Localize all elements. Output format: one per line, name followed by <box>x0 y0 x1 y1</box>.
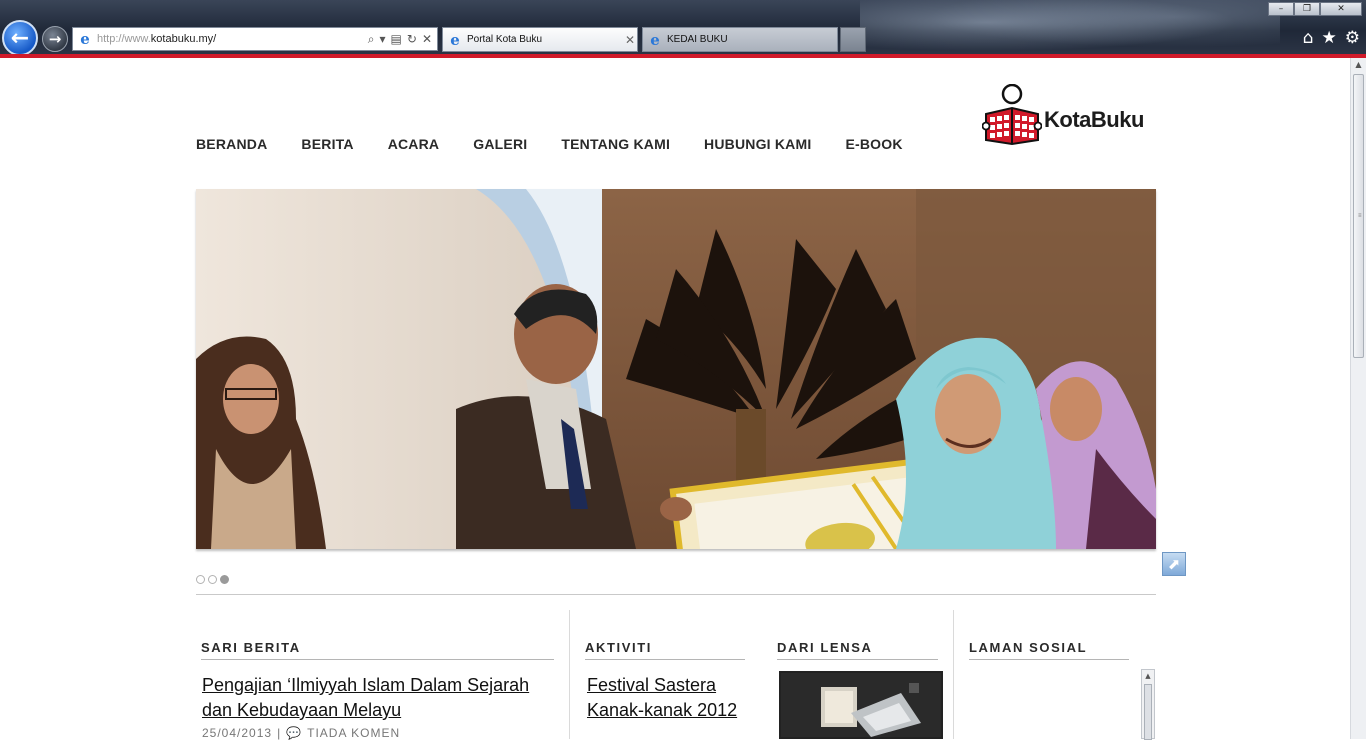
slider-dot[interactable] <box>196 575 205 584</box>
article-meta: 25/04/2013 | 💬 TIADA KOMEN <box>202 726 400 740</box>
url-domain: kotabuku.my/ <box>150 33 217 45</box>
tab-close-icon[interactable]: ✕ <box>623 33 637 47</box>
slider-pagination <box>196 575 229 584</box>
section-title-dari-lensa: DARI LENSA <box>777 640 938 660</box>
slider-dot[interactable] <box>208 575 217 584</box>
section-title-aktiviti: AKTIVITI <box>585 640 745 660</box>
dari-lensa-thumbnail[interactable] <box>779 671 943 739</box>
browser-toolbar: ← → e http://www.kotabuku.my/ ⌕ ▾ ▤ ↻ ✕ … <box>0 0 1366 56</box>
social-feed-scrollbar[interactable]: ▲ <box>1141 669 1155 740</box>
nav-hubungi-kami[interactable]: HUBUNGI KAMI <box>704 136 811 152</box>
tab-portal-kota-buku[interactable]: e Portal Kota Buku ✕ <box>442 27 638 52</box>
tab-label: KEDAI BUKU <box>667 34 728 45</box>
restore-button[interactable]: ❐ <box>1294 2 1320 16</box>
scroll-thumb[interactable]: ≡ <box>1353 74 1364 358</box>
hero-slider-image[interactable] <box>196 189 1156 549</box>
expand-arrow-icon: ⬈ <box>1167 555 1181 573</box>
arrow-left-icon: ← <box>10 25 30 51</box>
stop-icon[interactable]: ✕ <box>422 32 432 47</box>
ie-page-icon: e <box>80 30 90 48</box>
address-bar[interactable]: e http://www.kotabuku.my/ ⌕ ▾ ▤ ↻ ✕ <box>72 27 438 51</box>
nav-beranda[interactable]: BERANDA <box>196 136 267 152</box>
section-title-sari-berita: SARI BERITA <box>201 640 554 660</box>
main-navigation: BERANDA BERITA ACARA GALERI TENTANG KAMI… <box>196 136 903 152</box>
kotabuku-logo[interactable]: KotaBuku <box>982 84 1144 146</box>
reader-book-logo-icon <box>982 84 1042 146</box>
ie-tab-icon: e <box>650 30 660 49</box>
url-prefix: http://www. <box>97 33 151 45</box>
logo-text: KotaBuku <box>1044 107 1144 132</box>
content-divider <box>196 594 1156 595</box>
site-top-bar <box>0 54 1366 58</box>
tab-label: Portal Kota Buku <box>467 34 543 45</box>
scroll-up-icon[interactable]: ▲ <box>1142 670 1154 682</box>
section-title-laman-sosial: LAMAN SOSIAL <box>969 640 1129 660</box>
forward-button[interactable]: → <box>42 26 68 52</box>
award-ceremony-photo <box>196 189 1156 549</box>
favorites-star-icon[interactable]: ★ <box>1322 28 1337 48</box>
nav-acara[interactable]: ACARA <box>388 136 440 152</box>
refresh-icon[interactable]: ↻ <box>407 32 417 47</box>
expand-image-button[interactable]: ⬈ <box>1162 552 1186 576</box>
gallery-photo <box>781 673 941 737</box>
new-tab-button[interactable] <box>840 27 866 52</box>
dropdown-icon[interactable]: ▾ <box>380 32 386 47</box>
home-icon[interactable]: ⌂ <box>1303 28 1314 48</box>
comment-icon: 💬 <box>286 726 303 740</box>
column-divider <box>953 610 954 739</box>
meta-separator: | <box>277 726 282 740</box>
slider-dot-active[interactable] <box>220 575 229 584</box>
ie-tab-icon: e <box>450 30 460 49</box>
minimize-button[interactable]: – <box>1268 2 1294 16</box>
aktiviti-headline-link[interactable]: Festival Sastera Kanak-kanak 2012 <box>587 673 757 723</box>
nav-galeri[interactable]: GALERI <box>473 136 527 152</box>
page-scrollbar[interactable]: ▲ ≡ <box>1350 58 1366 739</box>
compatibility-view-icon[interactable]: ▤ <box>391 32 402 47</box>
scroll-thumb[interactable] <box>1144 684 1152 740</box>
article-date: 25/04/2013 <box>202 726 273 740</box>
tab-kedai-buku[interactable]: e KEDAI BUKU <box>642 27 838 52</box>
search-icon[interactable]: ⌕ <box>368 32 375 47</box>
sari-berita-headline-link[interactable]: Pengajian ‘Ilmiyyah Islam Dalam Sejarah … <box>202 673 562 723</box>
toolbar-background-art <box>860 0 1280 56</box>
address-url[interactable]: http://www.kotabuku.my/ <box>97 33 368 45</box>
comment-count-link[interactable]: TIADA KOMEN <box>307 726 400 740</box>
nav-tentang-kami[interactable]: TENTANG KAMI <box>561 136 670 152</box>
nav-berita[interactable]: BERITA <box>301 136 353 152</box>
close-window-button[interactable]: ✕ <box>1320 2 1362 16</box>
window-controls: – ❐ ✕ <box>1268 2 1362 16</box>
back-button[interactable]: ← <box>2 20 38 56</box>
gear-icon[interactable]: ⚙ <box>1345 28 1360 48</box>
nav-e-book[interactable]: E-BOOK <box>845 136 902 152</box>
scroll-up-icon[interactable]: ▲ <box>1351 58 1366 72</box>
column-divider <box>569 610 570 739</box>
arrow-right-icon: → <box>48 30 62 48</box>
command-icons: ⌂ ★ ⚙ <box>1303 28 1360 48</box>
